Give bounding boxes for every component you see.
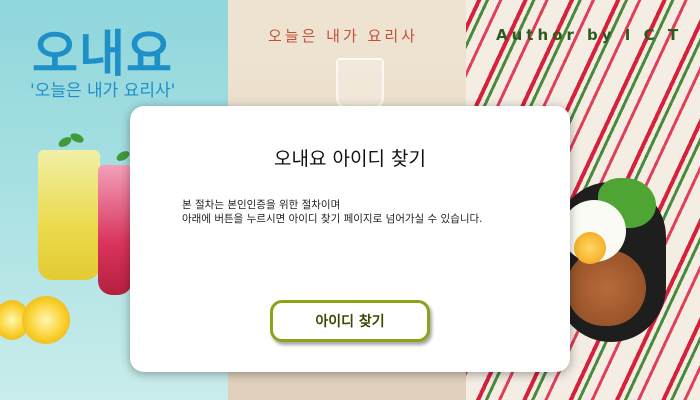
banner-middle-title: 오늘은 내가 요리사	[268, 27, 418, 45]
find-id-button[interactable]: 아이디 찾기	[270, 300, 430, 342]
fried-rice-decoration	[566, 250, 646, 326]
description-line: 본 절차는 본인인증을 위한 절차이며	[182, 199, 341, 211]
author-credit: Author by I C T	[496, 26, 683, 44]
lemonade-glass-decoration	[38, 150, 100, 280]
dialog-description: 본 절차는 본인인증을 위한 절차이며 아래에 버튼을 누르시면 아이디 찾기 …	[182, 198, 483, 226]
citrus-slice-decoration	[22, 296, 70, 344]
find-id-dialog: 오내요 아이디 찾기 본 절차는 본인인증을 위한 절차이며 아래에 버튼을 누…	[130, 106, 570, 372]
dialog-title: 오내요 아이디 찾기	[274, 148, 426, 170]
description-line: 아래에 버튼을 누르시면 아이디 찾기 페이지로 넘어가실 수 있습니다.	[182, 213, 483, 225]
egg-yolk-decoration	[574, 232, 606, 264]
logo-subtitle: '오늘은 내가 요리사'	[30, 81, 176, 101]
water-glass-decoration	[336, 58, 384, 108]
berry-drink-decoration	[98, 165, 132, 295]
